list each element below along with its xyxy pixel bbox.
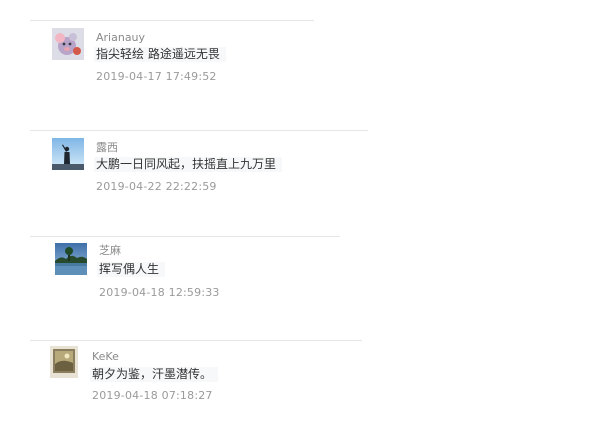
avatar[interactable] (55, 243, 87, 275)
comment-timestamp: 2019-04-18 12:59:33 (99, 286, 220, 299)
person-silhouette-photo-icon (52, 138, 84, 170)
comment-divider (30, 20, 314, 21)
avatar[interactable] (52, 138, 84, 170)
comment-text: 挥写偶人生 (97, 262, 166, 277)
cartoon-pig-icon (52, 28, 84, 60)
comment-text: 指尖轻绘 路途遥远无畏 (94, 47, 226, 62)
comment-text: 大鹏一日同风起，扶摇直上九万里 (94, 157, 283, 172)
comment-timestamp: 2019-04-18 07:18:27 (92, 389, 213, 402)
comment-divider (30, 340, 362, 341)
comment-text: 朝夕为鉴，汗墨潜传。 (90, 367, 219, 382)
avatar[interactable] (52, 28, 84, 60)
comment-username[interactable]: Arianauy (96, 31, 145, 44)
avatar[interactable] (50, 346, 82, 378)
comment-divider (30, 130, 368, 131)
comment-divider (30, 236, 340, 237)
comment-timestamp: 2019-04-22 22:22:59 (96, 180, 217, 193)
comment-username[interactable]: 芝麻 (99, 244, 121, 257)
comment-username[interactable]: 露西 (96, 141, 118, 154)
lake-landscape-photo-icon (55, 243, 87, 275)
photo-frame-icon (50, 346, 78, 378)
comment-timestamp: 2019-04-17 17:49:52 (96, 70, 217, 83)
comment-username[interactable]: KeKe (92, 350, 119, 363)
